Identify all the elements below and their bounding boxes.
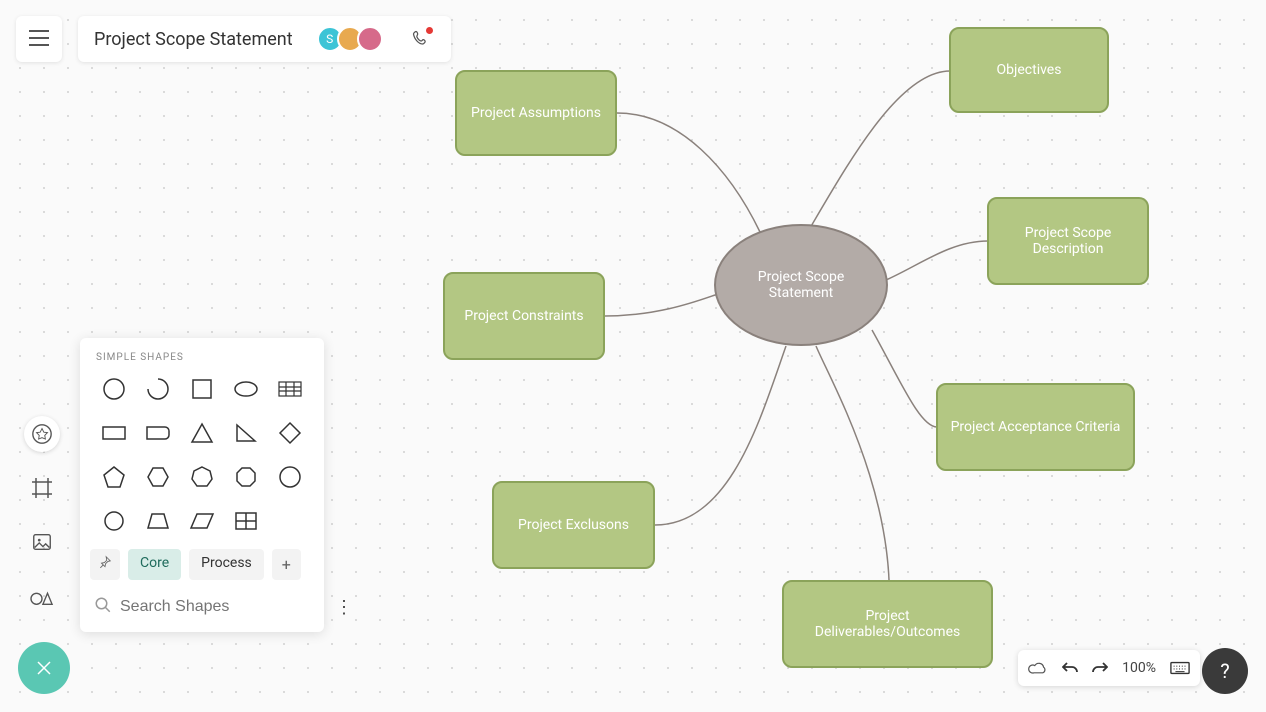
node-label: Project Exclusons (518, 517, 629, 533)
shape-table[interactable] (268, 373, 312, 405)
shape-nonagon[interactable] (268, 461, 312, 493)
frame-tool[interactable] (24, 470, 60, 506)
redo-icon (1092, 661, 1108, 675)
pin-tab[interactable] (90, 549, 120, 580)
shapes-grid (80, 373, 324, 537)
shapes-tabs: Core Process + (80, 537, 324, 588)
add-tab[interactable]: + (272, 549, 301, 580)
shape-heptagon[interactable] (180, 461, 224, 493)
avatar-3[interactable] (357, 26, 383, 52)
shape-empty (268, 505, 312, 537)
image-icon (31, 531, 53, 553)
title-bar: Project Scope Statement S (78, 16, 451, 62)
node-exclusions[interactable]: Project Exclusons (492, 481, 655, 569)
shapes-panel-title: SIMPLE SHAPES (80, 352, 324, 373)
center-node-label: Project Scope Statement (726, 269, 876, 301)
cloud-sync-button[interactable] (1028, 660, 1048, 676)
shapes-tool[interactable] (24, 416, 60, 452)
shapes-icon (30, 585, 54, 607)
node-deliverables[interactable]: Project Deliverables/Outcomes (782, 580, 993, 668)
keyboard-button[interactable] (1170, 661, 1190, 675)
more-options[interactable]: ⋮ (335, 597, 353, 618)
undo-button[interactable] (1062, 661, 1078, 675)
document-title[interactable]: Project Scope Statement (94, 29, 293, 50)
pin-icon (98, 555, 112, 569)
process-tab[interactable]: Process (189, 549, 264, 580)
image-tool[interactable] (24, 524, 60, 560)
shapes-search: ⋮ (80, 588, 324, 622)
node-assumptions[interactable]: Project Assumptions (455, 70, 617, 156)
shape-rounded-rect[interactable] (136, 417, 180, 449)
menu-button[interactable] (16, 16, 62, 62)
search-icon (94, 596, 112, 618)
core-tab[interactable]: Core (128, 549, 181, 580)
header: Project Scope Statement S (16, 16, 451, 62)
shape-circle[interactable] (92, 373, 136, 405)
cloud-icon (1028, 660, 1048, 676)
shape-rounded-square[interactable] (92, 505, 136, 537)
bottom-toolbar: 100% (1018, 650, 1200, 686)
shape-arc[interactable] (136, 373, 180, 405)
node-label: Project Constraints (464, 308, 583, 324)
shape-ellipse[interactable] (224, 373, 268, 405)
node-label: Project Scope Description (999, 225, 1137, 257)
shapes-panel: SIMPLE SHAPES Core Process + (80, 338, 324, 632)
node-constraints[interactable]: Project Constraints (443, 272, 605, 360)
node-label: Objectives (997, 62, 1062, 78)
node-label: Project Assumptions (471, 105, 601, 121)
shape-right-triangle[interactable] (224, 417, 268, 449)
redo-button[interactable] (1092, 661, 1108, 675)
search-input[interactable] (120, 598, 327, 616)
close-icon (35, 659, 53, 677)
shape-octagon[interactable] (224, 461, 268, 493)
node-label: Project Acceptance Criteria (951, 419, 1121, 435)
notification-dot (426, 27, 433, 34)
help-icon: ? (1220, 659, 1229, 683)
shape-pentagon[interactable] (92, 461, 136, 493)
shape-grid[interactable] (224, 505, 268, 537)
frame-icon (30, 476, 54, 500)
shape-rectangle[interactable] (92, 417, 136, 449)
node-label: Project Deliverables/Outcomes (794, 608, 981, 640)
call-button[interactable] (407, 25, 435, 53)
close-panel-button[interactable] (18, 642, 70, 694)
shape-square[interactable] (180, 373, 224, 405)
shape-trapezoid[interactable] (136, 505, 180, 537)
shape-parallelogram[interactable] (180, 505, 224, 537)
collaborator-avatars: S (317, 26, 383, 52)
keyboard-icon (1170, 661, 1190, 675)
undo-icon (1062, 661, 1078, 675)
shapes-library-tool[interactable] (24, 578, 60, 614)
shape-hexagon[interactable] (136, 461, 180, 493)
shape-triangle[interactable] (180, 417, 224, 449)
shape-diamond[interactable] (268, 417, 312, 449)
node-scope-description[interactable]: Project Scope Description (987, 197, 1149, 285)
node-objectives[interactable]: Objectives (949, 27, 1109, 113)
side-toolbar (24, 416, 60, 614)
hamburger-icon (29, 27, 49, 52)
center-node[interactable]: Project Scope Statement (714, 224, 888, 346)
zoom-level[interactable]: 100% (1122, 660, 1156, 676)
help-button[interactable]: ? (1202, 648, 1248, 694)
star-shape-icon (31, 423, 53, 445)
node-acceptance[interactable]: Project Acceptance Criteria (936, 383, 1135, 471)
